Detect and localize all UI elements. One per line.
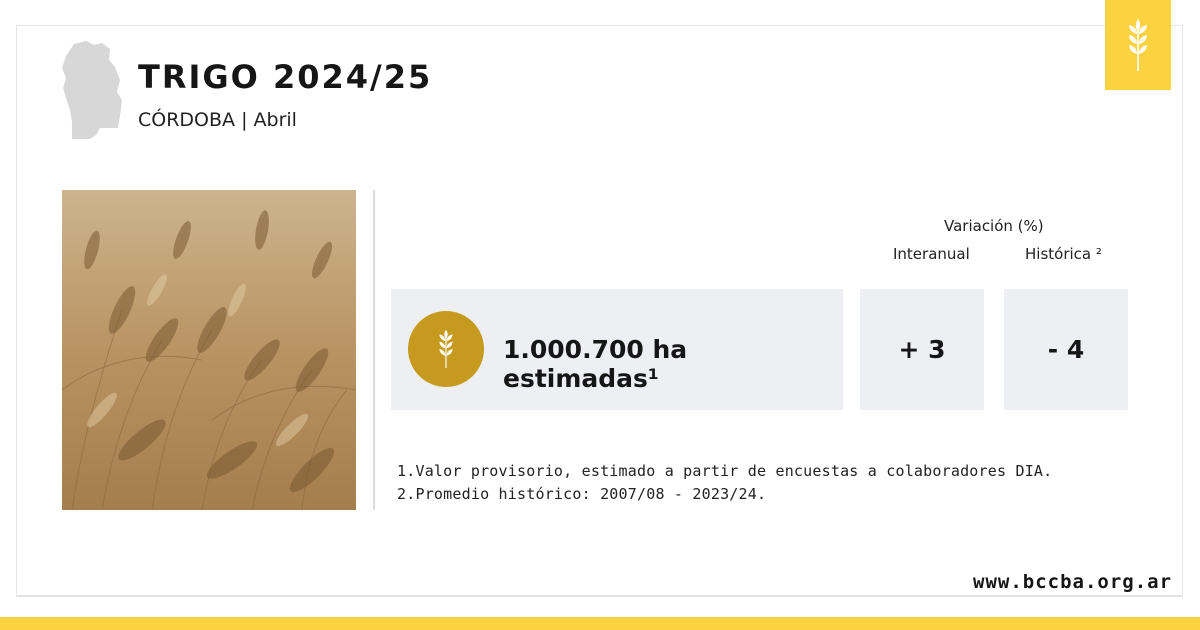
area-estimate-box: 1.000.700 ha estimadas¹ — [391, 289, 843, 410]
footnote-1: 1.Valor provisorio, estimado a partir de… — [397, 462, 1053, 480]
variation-heading: Variación (%) — [944, 217, 1044, 235]
website-link[interactable]: www.bccba.org.ar — [973, 571, 1172, 593]
footnote-2: 2.Promedio histórico: 2007/08 - 2023/24. — [397, 485, 767, 503]
brand-tab — [1105, 0, 1171, 90]
bottom-accent-bar — [0, 617, 1200, 630]
wheat-icon — [439, 329, 453, 369]
interanual-value: + 3 — [898, 335, 946, 364]
interanual-box: + 3 — [860, 289, 984, 410]
wheat-field-photo — [62, 190, 356, 510]
area-estimate-value: 1.000.700 ha estimadas¹ — [503, 335, 688, 393]
historica-header: Histórica ² — [1025, 245, 1102, 263]
page-title: TRIGO 2024/25 — [138, 58, 433, 96]
page-subtitle: CÓRDOBA | Abril — [138, 109, 297, 131]
cordoba-map-icon — [62, 41, 122, 139]
footnotes: 1.Valor provisorio, estimado a partir de… — [397, 460, 1052, 506]
interanual-header: Interanual — [893, 245, 970, 263]
historica-value: - 4 — [1047, 335, 1085, 364]
divider — [373, 190, 375, 510]
wheat-badge — [408, 311, 484, 387]
wheat-icon — [1129, 19, 1147, 71]
historica-box: - 4 — [1004, 289, 1128, 410]
